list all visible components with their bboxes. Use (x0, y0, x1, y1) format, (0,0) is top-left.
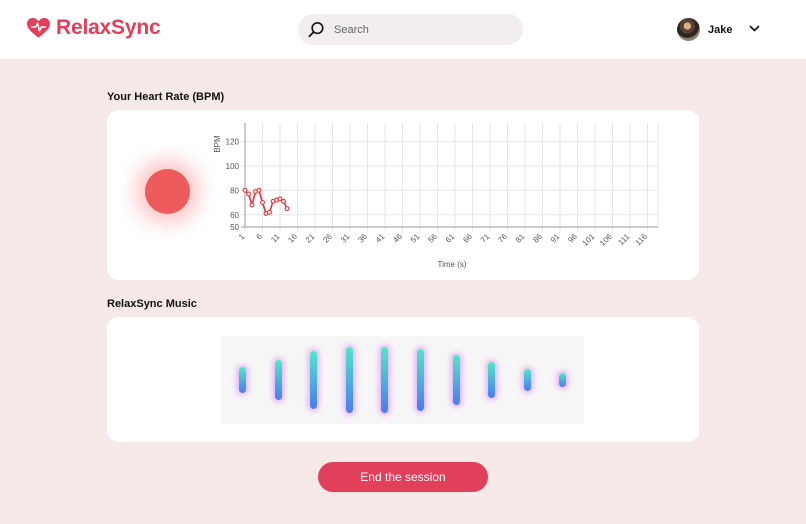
y-tick-label: 60 (230, 211, 239, 220)
search-icon[interactable] (308, 21, 325, 38)
brand-logo[interactable]: RelaxSync (27, 16, 161, 40)
x-tick-label: 11 (269, 232, 282, 245)
y-tick-label: 80 (230, 186, 239, 195)
x-tick-label: 76 (496, 232, 509, 245)
chevron-down-icon[interactable] (749, 24, 760, 33)
y-tick-label: 50 (230, 223, 239, 232)
y-tick-label: 100 (226, 162, 240, 171)
x-tick-label: 61 (444, 232, 457, 245)
data-point (284, 206, 290, 212)
visualizer-bar (452, 354, 460, 406)
data-point (246, 191, 251, 197)
music-visualizer (221, 336, 584, 424)
x-tick-label: 21 (304, 232, 317, 245)
visualizer-bar (417, 348, 424, 412)
x-tick-label: 91 (549, 232, 562, 245)
visualizer-bar (488, 362, 496, 398)
x-tick-label: 41 (374, 232, 387, 245)
x-tick-label: 16 (286, 232, 299, 245)
avatar[interactable] (677, 18, 700, 41)
search-input[interactable] (334, 20, 514, 39)
visualizer-bar (274, 359, 282, 401)
x-tick-label: 66 (461, 232, 474, 245)
x-tick-label: 81 (514, 232, 527, 245)
heart-logo-icon (27, 17, 50, 38)
x-tick-label: 31 (339, 232, 352, 245)
brand-name: RelaxSync (56, 16, 161, 39)
x-tick-label: 116 (634, 232, 650, 248)
user-menu[interactable]: Jake (677, 18, 732, 41)
data-point (249, 202, 255, 208)
y-tick-label: 120 (226, 137, 240, 146)
chart-grid (241, 123, 659, 231)
x-tick-label: 101 (581, 232, 597, 248)
top-nav-bar: RelaxSync Jake (0, 0, 806, 59)
data-point (267, 209, 272, 215)
heart-rate-title: Your Heart Rate (BPM) (107, 91, 225, 103)
x-tick-label: 106 (598, 232, 614, 248)
x-tick-label: 1 (237, 232, 247, 242)
x-tick-label: 56 (426, 232, 439, 245)
x-tick-label: 51 (409, 232, 422, 245)
music-title: RelaxSync Music (107, 298, 197, 310)
search-bar (298, 14, 523, 45)
x-tick-label: 6 (254, 232, 264, 242)
visualizer-bar (523, 368, 531, 392)
visualizer-bar (345, 347, 353, 413)
user-name: Jake (708, 23, 733, 36)
data-point (256, 187, 262, 193)
y-axis-label: BPM (213, 135, 222, 153)
data-point (281, 198, 286, 204)
end-session-button[interactable]: End the session (318, 462, 488, 492)
visualizer-bar (310, 351, 318, 409)
x-axis-label: Time (s) (437, 260, 466, 269)
x-tick-label: 86 (531, 232, 544, 245)
x-tick-label: 111 (616, 232, 631, 247)
x-tick-label: 36 (356, 232, 369, 245)
visualizer-bar (559, 373, 567, 387)
x-tick-label: 46 (391, 232, 404, 245)
x-tick-label: 71 (479, 232, 492, 245)
chart-series (242, 187, 290, 216)
heart-pulse-indicator (145, 169, 190, 214)
data-point (260, 200, 265, 205)
x-tick-label: 26 (321, 232, 334, 245)
data-point (242, 187, 248, 193)
heart-rate-chart: 1 6 11 16 21 26 31 36 41 46 51 56 61 66 71 76 81 86 91 96 10… (213, 123, 659, 269)
visualizer-bar (239, 367, 246, 393)
visualizer-bar (381, 346, 389, 414)
heart-rate-line (244, 189, 288, 215)
x-tick-label: 96 (566, 232, 579, 245)
